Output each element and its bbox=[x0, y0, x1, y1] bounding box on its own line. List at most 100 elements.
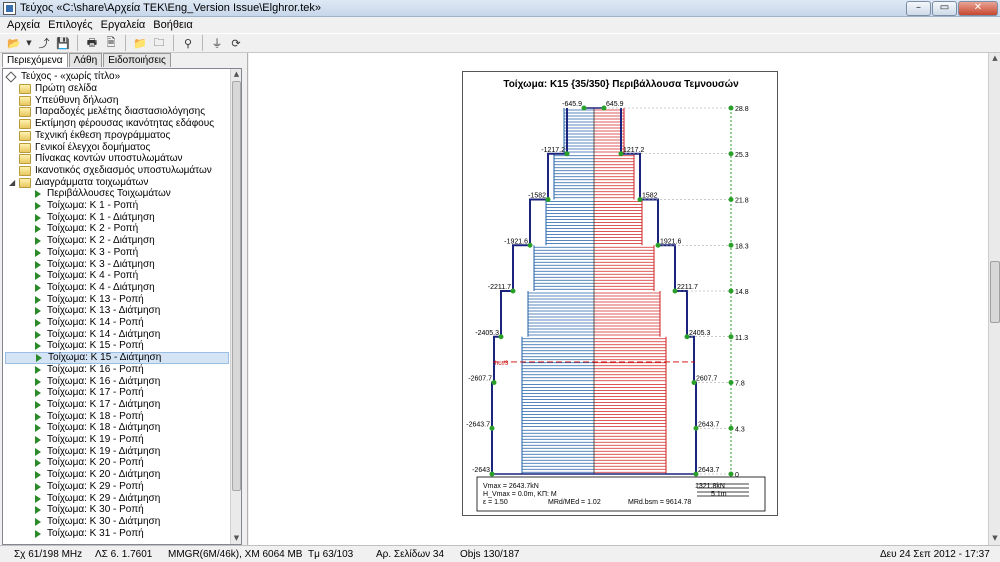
tab-contents[interactable]: Περιεχόμενα bbox=[2, 53, 68, 67]
scroll-up-icon[interactable]: ▲ bbox=[989, 53, 1000, 64]
toolbar: 📂 ▼ ⤴ 💾 🖶 🗎 📁 🗀 ⚲ ⏚ ⟳ bbox=[0, 33, 1000, 53]
tree-item[interactable]: Τοίχωμα: Κ 31 - Ροπή bbox=[33, 528, 144, 540]
level-node bbox=[728, 242, 734, 248]
tree-folder[interactable]: Πίνακας κοντών υποστυλωμάτων bbox=[19, 153, 183, 165]
status-cpu: Σχ 61/198 MHz bbox=[14, 549, 83, 560]
tree-root[interactable]: Τεύχος - «χωρίς τίτλο» bbox=[5, 71, 120, 83]
tree-item[interactable]: Τοίχωμα: Κ 3 - Ροπή bbox=[33, 247, 138, 259]
tree-item[interactable]: Τοίχωμα: Κ 16 - Διάτμηση bbox=[33, 376, 160, 388]
tree-item[interactable]: Τοίχωμα: Κ 4 - Διάτμηση bbox=[33, 282, 155, 294]
binoculars-icon[interactable]: ⚲ bbox=[180, 35, 196, 51]
tree-item[interactable]: Τοίχωμα: Κ 30 - Ροπή bbox=[33, 504, 144, 516]
tree-item[interactable]: Τοίχωμα: Κ 19 - Ροπή bbox=[33, 434, 144, 446]
shear-value-right: 1217.2 bbox=[623, 147, 645, 154]
folder-icon[interactable]: 🗀 bbox=[151, 35, 167, 51]
tree-item[interactable]: Τοίχωμα: Κ 13 - Ροπή bbox=[33, 294, 144, 306]
print-icon[interactable]: 🖶 bbox=[84, 35, 100, 51]
tree-item-label: Τοίχωμα: Κ 3 - Ροπή bbox=[47, 246, 139, 258]
tree-item[interactable]: Τοίχωμα: Κ 29 - Ροπή bbox=[33, 481, 144, 493]
tree-item-label: Τοίχωμα: Κ 16 - Διάτμηση bbox=[47, 375, 161, 387]
tree-item-label: Τοίχωμα: Κ 15 - Ροπή bbox=[47, 340, 144, 352]
play-arrow-icon bbox=[36, 354, 42, 363]
tree-folder[interactable]: Ικανοτικός σχεδιασμός υποστυλωμάτων bbox=[19, 165, 212, 177]
tree-item[interactable]: Τοίχωμα: Κ 20 - Ροπή bbox=[33, 457, 144, 469]
tree-item-label: Τοίχωμα: Κ 2 - Ροπή bbox=[47, 223, 139, 235]
folder-icon bbox=[19, 165, 31, 176]
tree-item[interactable]: Τοίχωμα: Κ 1 - Διάτμηση bbox=[33, 212, 155, 224]
tree-item[interactable]: Τοίχωμα: Κ 18 - Διάτμηση bbox=[33, 422, 160, 434]
footer-ratio: MRd/MEd = 1.02 bbox=[548, 499, 601, 506]
tree-folder-label: Υπεύθυνη δήλωση bbox=[35, 94, 119, 106]
filter-icon[interactable]: ⏚ bbox=[209, 35, 225, 51]
tree-item[interactable]: Τοίχωμα: Κ 17 - Διάτμηση bbox=[33, 399, 160, 411]
scroll-up-icon[interactable]: ▲ bbox=[231, 69, 241, 80]
tree-item[interactable]: Τοίχωμα: Κ 30 - Διάτμηση bbox=[33, 516, 160, 528]
toolbar-separator bbox=[202, 35, 203, 51]
tree-item[interactable]: Τοίχωμα: Κ 14 - Ροπή bbox=[33, 317, 144, 329]
save-icon[interactable]: 💾 bbox=[55, 35, 71, 51]
tree-item[interactable]: Τοίχωμα: Κ 2 - Ροπή bbox=[33, 223, 138, 235]
document-scrollbar[interactable]: ▲ ▼ bbox=[988, 53, 1000, 545]
tree-item[interactable]: Τοίχωμα: Κ 17 - Ροπή bbox=[33, 387, 144, 399]
level-node bbox=[728, 105, 734, 111]
tree-item-label: Τοίχωμα: Κ 19 - Ροπή bbox=[47, 434, 144, 445]
tree-item-label: Τοίχωμα: Κ 13 - Ροπή bbox=[47, 293, 144, 305]
tree-folder[interactable]: ◢ Διαγράμματα τοιχωμάτων bbox=[9, 177, 148, 189]
tree-item[interactable]: Τοίχωμα: Κ 1 - Ροπή bbox=[33, 200, 138, 212]
level-label: 11.3 bbox=[735, 335, 748, 342]
tree-item[interactable]: Τοίχωμα: Κ 2 - Διάτμηση bbox=[33, 235, 155, 247]
scroll-down-icon[interactable]: ▼ bbox=[989, 533, 1000, 544]
play-arrow-icon bbox=[35, 295, 41, 304]
export-icon[interactable]: ⤴ bbox=[36, 35, 52, 51]
tree-folder[interactable]: Εκτίμηση φέρουσας ικανότητας εδάφους bbox=[19, 118, 214, 130]
close-button[interactable]: ✕ bbox=[958, 1, 998, 16]
menu-file[interactable]: Αρχεία bbox=[3, 19, 44, 31]
menu-tools[interactable]: Εργαλεία bbox=[97, 19, 150, 31]
status-bar: Σχ 61/198 MHz ΛΣ 6. 1.7601 MMGR(6M/46k),… bbox=[0, 545, 1000, 562]
play-arrow-icon bbox=[35, 529, 41, 538]
tree-scrollbar[interactable]: ▲ ▼ bbox=[230, 69, 241, 544]
tree-folder-label: Παραδοχές μελέτης διαστασιολόγησης bbox=[35, 106, 206, 118]
open-icon[interactable]: 📂 bbox=[6, 35, 22, 51]
tree-folder[interactable]: Τεχνική έκθεση προγράμματος bbox=[19, 130, 170, 142]
play-arrow-icon bbox=[35, 494, 41, 503]
dropdown-arrow-icon[interactable]: ▼ bbox=[25, 35, 33, 51]
expand-icon[interactable]: ◢ bbox=[9, 177, 19, 189]
tree-item[interactable]: Τοίχωμα: Κ 16 - Ροπή bbox=[33, 364, 144, 376]
tree-item[interactable]: Περιβάλλουσες Τοιχωμάτων bbox=[33, 188, 171, 200]
refresh-icon[interactable]: ⟳ bbox=[228, 35, 244, 51]
play-arrow-icon bbox=[35, 202, 41, 210]
tree-scroll-thumb[interactable] bbox=[232, 81, 241, 491]
tree-folder-label: Εκτίμηση φέρουσας ικανότητας εδάφους bbox=[35, 118, 215, 130]
tree-item-label: Τοίχωμα: Κ 4 - Ροπή bbox=[47, 270, 139, 282]
tree-item[interactable]: Τοίχωμα: Κ 18 - Ροπή bbox=[33, 411, 144, 423]
menu-help[interactable]: Βοήθεια bbox=[149, 19, 196, 31]
print-preview-icon[interactable]: 🗎 bbox=[103, 35, 119, 51]
tree-item[interactable]: Τοίχωμα: Κ 3 - Διάτμηση bbox=[33, 259, 155, 271]
tree-item[interactable]: Τοίχωμα: Κ 13 - Διάτμηση bbox=[33, 305, 160, 317]
document-scroll-thumb[interactable] bbox=[990, 261, 1000, 323]
tree-folder[interactable]: Υπεύθυνη δήλωση bbox=[19, 95, 118, 107]
shear-value-right: 645.9 bbox=[606, 101, 624, 108]
minimize-button[interactable]: – bbox=[906, 1, 931, 16]
maximize-button[interactable]: ▭ bbox=[932, 1, 957, 16]
tree-item[interactable]: Τοίχωμα: Κ 29 - Διάτμηση bbox=[33, 493, 160, 505]
menu-options[interactable]: Επιλογές bbox=[44, 19, 97, 31]
tab-errors[interactable]: Λάθη bbox=[68, 53, 103, 67]
tree-item[interactable]: Τοίχωμα: Κ 14 - Διάτμηση bbox=[33, 329, 160, 341]
tree-folder[interactable]: Γενικοί έλεγχοι δομήματος bbox=[19, 142, 150, 154]
tree-item[interactable]: Τοίχωμα: Κ 15 - Διάτμηση bbox=[5, 352, 229, 365]
tree-folder[interactable]: Παραδοχές μελέτης διαστασιολόγησης bbox=[19, 106, 205, 118]
tree-item[interactable]: Τοίχωμα: Κ 4 - Ροπή bbox=[33, 270, 138, 282]
tree-item[interactable]: Τοίχωμα: Κ 20 - Διάτμηση bbox=[33, 469, 160, 481]
tab-notifications[interactable]: Ειδοποιήσεις bbox=[103, 53, 171, 67]
tree-item-label: Τοίχωμα: Κ 30 - Διάτμηση bbox=[47, 515, 161, 527]
play-arrow-icon bbox=[35, 389, 41, 398]
folder-up-icon[interactable]: 📁 bbox=[132, 35, 148, 51]
tree-item[interactable]: Τοίχωμα: Κ 15 - Ροπή bbox=[33, 340, 144, 352]
tree-item[interactable]: Τοίχωμα: Κ 19 - Διάτμηση bbox=[33, 446, 160, 458]
tree-folder[interactable]: Πρώτη σελίδα bbox=[19, 83, 97, 95]
level-label: 21.8 bbox=[735, 198, 749, 205]
tree-item-label: Τοίχωμα: Κ 20 - Διάτμηση bbox=[47, 469, 161, 481]
scroll-down-icon[interactable]: ▼ bbox=[231, 533, 241, 544]
